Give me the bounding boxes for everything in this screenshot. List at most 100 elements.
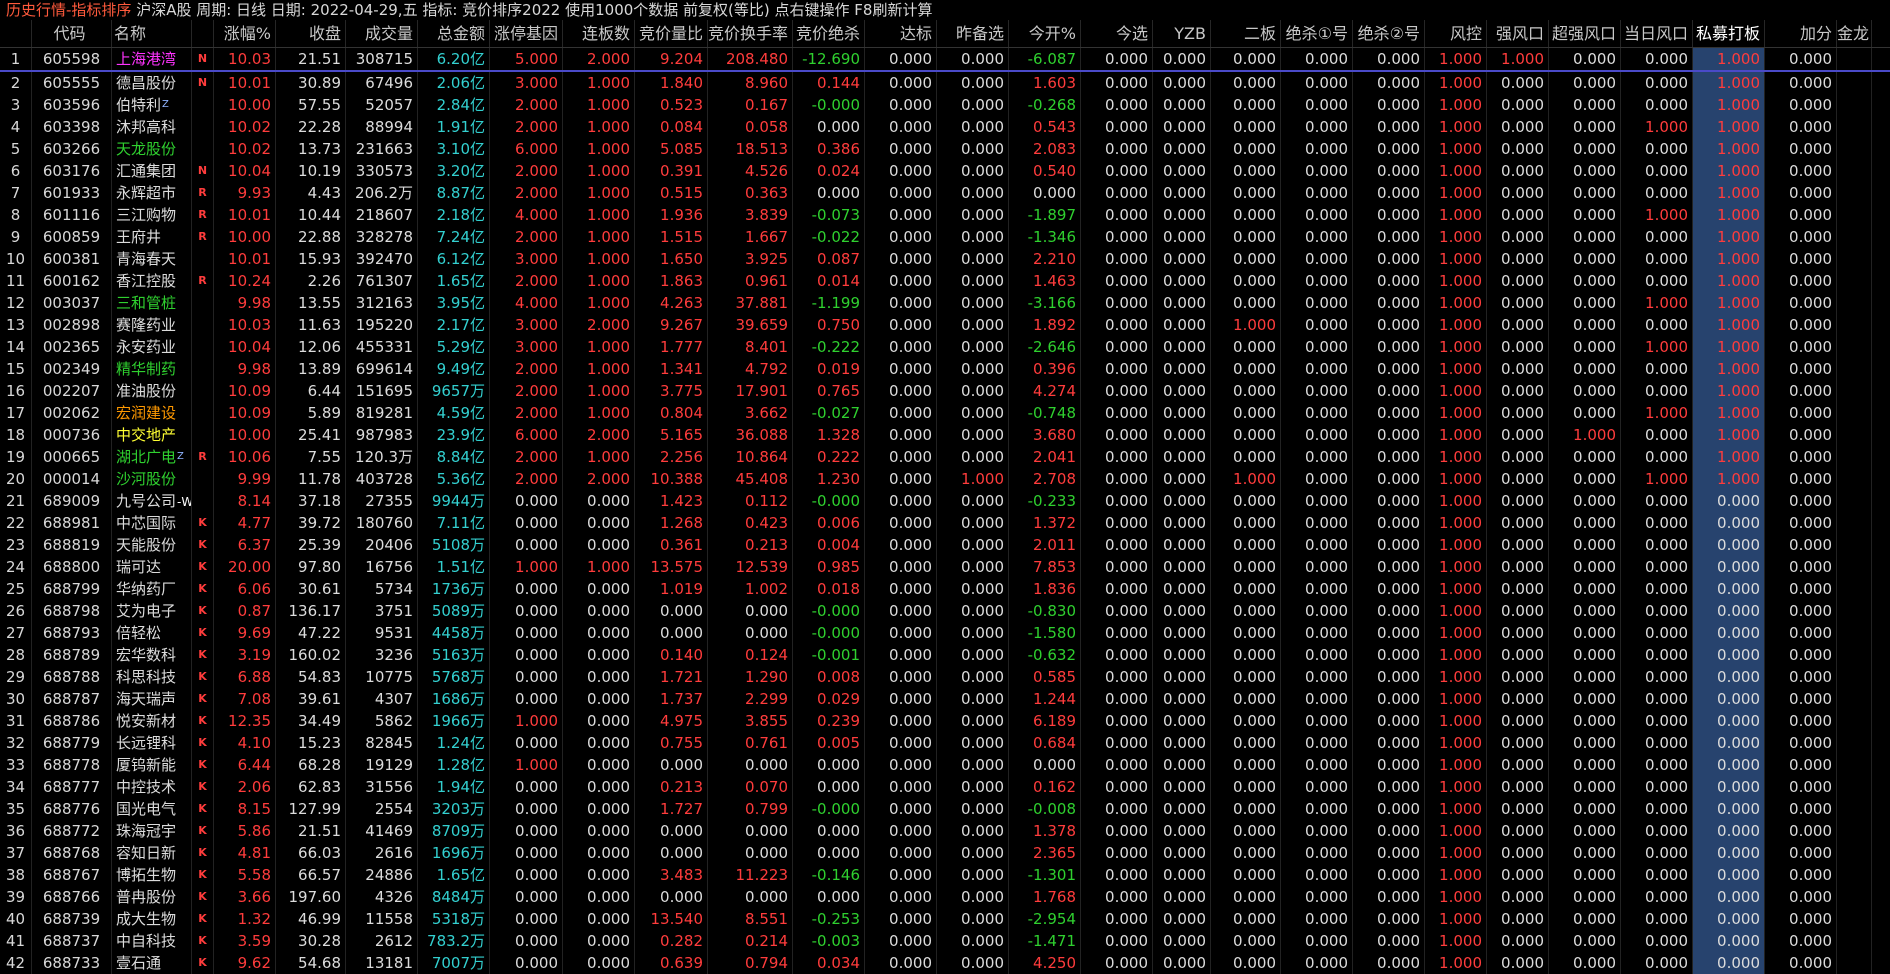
indicator-cell: 0.804 — [635, 402, 708, 424]
table-row[interactable]: 38 688767 博拓生物 K 5.58 66.57 24886 1.65亿 0.000 0.0… — [0, 864, 1890, 886]
column-header-1[interactable]: 代码 — [32, 20, 112, 47]
column-header-3[interactable] — [192, 20, 214, 47]
table-row[interactable]: 35 688776 国光电气 K 8.15 127.99 2554 3203万 0.000 0.0… — [0, 798, 1890, 820]
column-header-24[interactable]: 当日风口 — [1621, 20, 1693, 47]
table-row[interactable]: 3 603596 伯特利Z 10.00 57.55 52057 2.84亿 2.000 1.00… — [0, 94, 1890, 116]
amount: 4.59亿 — [418, 402, 490, 424]
table-row[interactable]: 32 688779 长远锂科 K 4.10 15.23 82845 1.24亿 0.000 0.0… — [0, 732, 1890, 754]
column-header-7[interactable]: 总金额 — [418, 20, 490, 47]
table-row[interactable]: 37 688768 容知日新 K 4.81 66.03 2616 1696万 0.000 0.00… — [0, 842, 1890, 864]
indicator-cell: 1.000 — [1693, 138, 1765, 160]
column-header-17[interactable]: YZB — [1153, 20, 1211, 47]
stock-code: 688766 — [32, 886, 112, 908]
table-row[interactable]: 13 002898 赛隆药业 10.03 11.63 195220 2.17亿 3.000 2.… — [0, 314, 1890, 336]
table-row[interactable]: 30 688787 海天瑞声 K 7.08 39.61 4307 1686万 0.000 0.00… — [0, 688, 1890, 710]
column-header-11[interactable]: 竞价换手率 — [708, 20, 793, 47]
stock-flag: K — [192, 908, 214, 930]
change-pct: 8.14 — [214, 490, 276, 512]
table-row[interactable]: 15 002349 精华制药 9.98 13.89 699614 9.49亿 2.000 1.0… — [0, 358, 1890, 380]
column-header-27[interactable]: 金龙 — [1837, 20, 1872, 47]
indicator-cell: 0.000 — [1765, 292, 1837, 314]
table-row[interactable]: 8 601116 三江购物 R 10.01 10.44 218607 2.18亿 4.000 1.… — [0, 204, 1890, 226]
table-row[interactable]: 29 688788 科思科技 K 6.88 54.83 10775 5768万 0.000 0.0… — [0, 666, 1890, 688]
stock-code: 601116 — [32, 204, 112, 226]
table-row[interactable]: 34 688777 中控技术 K 2.06 62.83 31556 1.94亿 0.000 0.0… — [0, 776, 1890, 798]
indicator-cell: 0.000 — [1353, 490, 1425, 512]
table-row[interactable]: 6 603176 汇通集团 N 10.04 10.19 330573 3.20亿 2.000 1.… — [0, 160, 1890, 182]
column-header-5[interactable]: 收盘 — [276, 20, 346, 47]
column-header-13[interactable]: 达标 — [865, 20, 937, 47]
indicator-cell: 0.000 — [490, 930, 563, 952]
indicator-cell: 0.000 — [1765, 380, 1837, 402]
column-header-10[interactable]: 竞价量比 — [635, 20, 708, 47]
column-header-2[interactable]: 名称 — [112, 20, 192, 47]
indicator-cell: 2.000 — [563, 314, 635, 336]
table-row[interactable]: 36 688772 珠海冠宇 K 5.86 21.51 41469 8709万 0.000 0.0… — [0, 820, 1890, 842]
table-row[interactable]: 24 688800 瑞可达 K 20.00 97.80 16756 1.51亿 1.000 1.0… — [0, 556, 1890, 578]
table-row[interactable]: 26 688798 艾为电子 K 0.87 136.17 3751 5089万 0.000 0.0… — [0, 600, 1890, 622]
table-row[interactable]: 41 688737 中自科技 K 3.59 30.28 2612 783.2万 0.000 0.0… — [0, 930, 1890, 952]
column-header-4[interactable]: 涨幅% — [214, 20, 276, 47]
table-row[interactable]: 33 688778 厦钨新能 K 6.44 68.28 19129 1.28亿 1.000 0.0… — [0, 754, 1890, 776]
table-row[interactable]: 28 688789 宏华数科 K 3.19 160.02 3236 5163万 0.000 0.0… — [0, 644, 1890, 666]
table-row[interactable]: 12 003037 三和管桩 9.98 13.55 312163 3.95亿 4.000 1.0… — [0, 292, 1890, 314]
close-price: 37.18 — [276, 490, 346, 512]
amount: 5318万 — [418, 908, 490, 930]
column-header-14[interactable]: 昨备选 — [937, 20, 1009, 47]
column-header-8[interactable]: 涨停基因 — [490, 20, 563, 47]
row-index: 27 — [0, 622, 32, 644]
indicator-cell: 0.000 — [1281, 842, 1353, 864]
column-header-22[interactable]: 强风口 — [1487, 20, 1549, 47]
indicator-cell: 2.365 — [1009, 842, 1081, 864]
column-header-23[interactable]: 超强风口 — [1549, 20, 1621, 47]
column-header-16[interactable]: 今选 — [1081, 20, 1153, 47]
column-header-12[interactable]: 竞价绝杀 — [793, 20, 865, 47]
indicator-cell: 1.000 — [1693, 72, 1765, 94]
column-header-20[interactable]: 绝杀②号 — [1353, 20, 1425, 47]
column-header-21[interactable]: 风控 — [1425, 20, 1487, 47]
column-header-6[interactable]: 成交量 — [346, 20, 418, 47]
column-header-26[interactable]: 加分 — [1765, 20, 1837, 47]
indicator-cell: 37.881 — [708, 292, 793, 314]
amount: 5768万 — [418, 666, 490, 688]
stock-table[interactable]: 1 605598 上海港湾 N 10.03 21.51 308715 6.20亿 5.000 2.… — [0, 48, 1890, 974]
table-row[interactable]: 19 000665 湖北广电Z R 10.06 7.55 120.3万 8.84亿 2.000 1… — [0, 446, 1890, 468]
table-row[interactable]: 16 002207 准油股份 10.09 6.44 151695 9657万 2.000 1.0… — [0, 380, 1890, 402]
amount: 7.24亿 — [418, 226, 490, 248]
table-row[interactable]: 39 688766 普冉股份 K 3.66 197.60 4326 8484万 0.000 0.0… — [0, 886, 1890, 908]
table-row[interactable]: 40 688739 成大生物 K 1.32 46.99 11558 5318万 0.000 0.0… — [0, 908, 1890, 930]
close-price: 68.28 — [276, 754, 346, 776]
table-row[interactable]: 10 600381 青海春天 10.01 15.93 392470 6.12亿 3.000 1.… — [0, 248, 1890, 270]
indicator-cell: 0.000 — [1281, 424, 1353, 446]
table-row[interactable]: 22 688981 中芯国际 K 4.77 39.72 180760 7.11亿 0.000 0.… — [0, 512, 1890, 534]
column-header-25[interactable]: 私募打板 — [1693, 20, 1765, 47]
stock-code: 688787 — [32, 688, 112, 710]
table-row[interactable]: 20 000014 沙河股份 9.99 11.78 403728 5.36亿 2.000 2.0… — [0, 468, 1890, 490]
column-header-19[interactable]: 绝杀①号 — [1281, 20, 1353, 47]
column-header-9[interactable]: 连板数 — [563, 20, 635, 47]
table-row[interactable]: 4 603398 沐邦高科 10.02 22.28 88994 1.91亿 2.000 1.00… — [0, 116, 1890, 138]
column-header-18[interactable]: 二板 — [1211, 20, 1281, 47]
table-row[interactable]: 14 002365 永安药业 10.04 12.06 455331 5.29亿 3.000 1.… — [0, 336, 1890, 358]
indicator-cell: 1.000 — [1487, 48, 1549, 70]
table-row[interactable]: 23 688819 天能股份 K 6.37 25.39 20406 5108万 0.000 0.0… — [0, 534, 1890, 556]
column-header-15[interactable]: 今开% — [1009, 20, 1081, 47]
indicator-cell: 0.000 — [708, 820, 793, 842]
table-row[interactable]: 31 688786 悦安新材 K 12.35 34.49 5862 1966万 1.000 0.0… — [0, 710, 1890, 732]
table-row[interactable]: 11 600162 香江控股 R 10.24 2.26 761307 1.65亿 2.000 1.… — [0, 270, 1890, 292]
table-row[interactable]: 5 603266 天龙股份 10.02 13.73 231663 3.10亿 6.000 1.0… — [0, 138, 1890, 160]
table-row[interactable]: 7 601933 永辉超市 R 9.93 4.43 206.2万 8.87亿 2.000 1.00… — [0, 182, 1890, 204]
indicator-cell: 0.024 — [793, 160, 865, 182]
stock-flag — [192, 490, 214, 512]
stock-name: 科思科技 — [112, 666, 192, 688]
table-row[interactable]: 2 605555 德昌股份 N 10.01 30.89 67496 2.06亿 3.000 1.0… — [0, 72, 1890, 94]
close-price: 47.22 — [276, 622, 346, 644]
table-row[interactable]: 21689009九号公司-WD8.1437.18273559944万0.0000… — [0, 490, 1890, 512]
table-row[interactable]: 1 605598 上海港湾 N 10.03 21.51 308715 6.20亿 5.000 2.… — [0, 48, 1890, 72]
table-row[interactable]: 17 002062 宏润建设 10.09 5.89 819281 4.59亿 2.000 1.0… — [0, 402, 1890, 424]
table-row[interactable]: 18 000736 中交地产 10.00 25.41 987983 23.9亿 6.000 2.… — [0, 424, 1890, 446]
table-row[interactable]: 9 600859 王府井 R 10.00 22.88 328278 7.24亿 2.000 1.0… — [0, 226, 1890, 248]
table-row[interactable]: 25 688799 华纳药厂 K 6.06 30.61 5734 1736万 0.000 0.00… — [0, 578, 1890, 600]
table-row[interactable]: 27 688793 倍轻松 K 9.69 47.22 9531 4458万 0.000 0.000… — [0, 622, 1890, 644]
column-header-0[interactable] — [0, 20, 32, 47]
